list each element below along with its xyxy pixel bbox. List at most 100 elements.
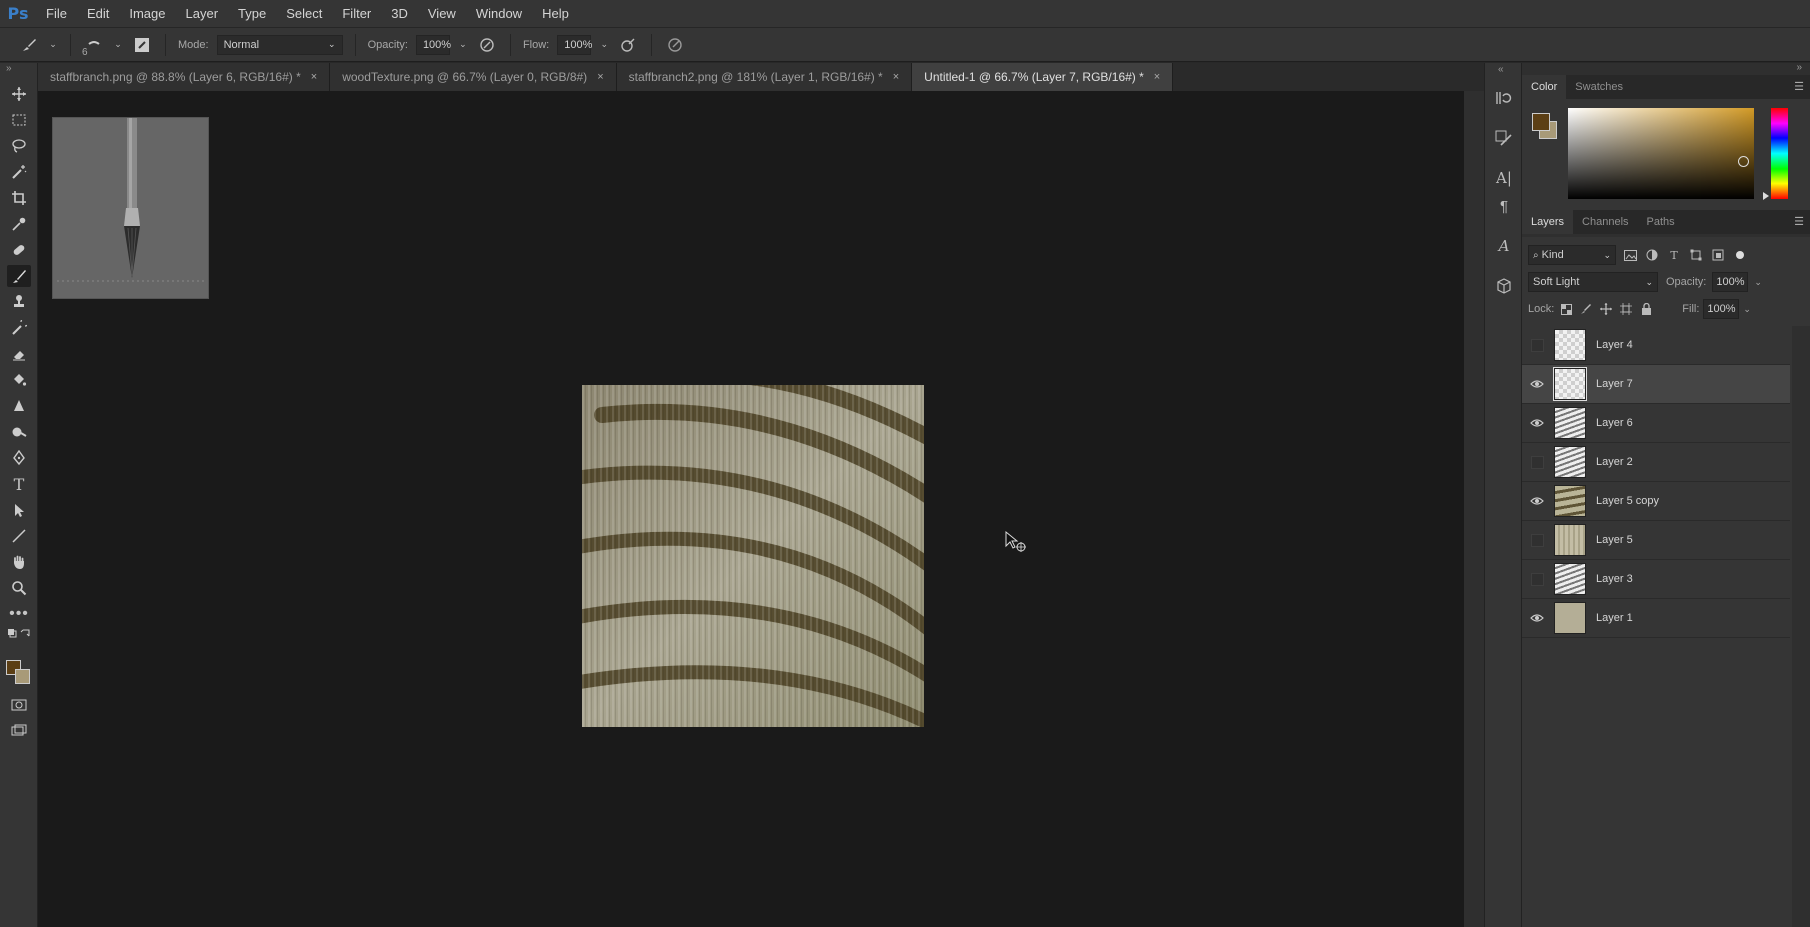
tab-swatches[interactable]: Swatches	[1566, 75, 1632, 99]
marquee-tool-icon[interactable]	[7, 109, 31, 131]
menu-image[interactable]: Image	[119, 0, 175, 28]
eraser-tool-icon[interactable]	[7, 343, 31, 365]
screen-mode-icon[interactable]	[7, 720, 31, 742]
path-selection-tool-icon[interactable]	[7, 499, 31, 521]
visibility-toggle[interactable]	[1522, 533, 1552, 547]
smart-object-filter-icon[interactable]	[1710, 247, 1726, 263]
layer-row[interactable]: Layer 4	[1522, 326, 1790, 365]
layer-row[interactable]: Layer 3	[1522, 560, 1790, 599]
lock-artboard-icon[interactable]	[1618, 301, 1634, 317]
layer-row[interactable]: Layer 5	[1522, 521, 1790, 560]
eye-icon[interactable]	[1522, 379, 1552, 389]
visibility-toggle[interactable]	[1522, 455, 1552, 469]
character-panel-icon[interactable]: A|	[1493, 167, 1515, 189]
brush-tool-preset-icon[interactable]	[18, 34, 40, 56]
brush-size-chevron-icon[interactable]: ⌄	[113, 34, 123, 56]
pixel-layer-filter-icon[interactable]	[1622, 247, 1638, 263]
clone-stamp-tool-icon[interactable]	[7, 291, 31, 313]
color-picker-cursor[interactable]	[1738, 156, 1749, 167]
eye-icon[interactable]	[1522, 613, 1552, 623]
vertical-scrollbar[interactable]	[1464, 91, 1484, 927]
blend-mode-select[interactable]: Soft Light ⌄	[1528, 272, 1658, 292]
tab-untitled-1[interactable]: Untitled-1 @ 66.7% (Layer 7, RGB/16#) * …	[912, 63, 1174, 91]
chevron-down-icon[interactable]: ⌄	[1743, 304, 1751, 315]
adjustment-layer-filter-icon[interactable]	[1644, 247, 1660, 263]
tab-woodtexture[interactable]: woodTexture.png @ 66.7% (Layer 0, RGB/8#…	[330, 63, 617, 91]
menu-3d[interactable]: 3D	[381, 0, 418, 28]
collapse-dock-icon[interactable]: «	[1498, 64, 1504, 75]
pen-tool-icon[interactable]	[7, 447, 31, 469]
layers-scrollbar[interactable]	[1792, 326, 1810, 927]
pressure-size-icon[interactable]	[664, 34, 686, 56]
3d-panel-icon[interactable]	[1493, 275, 1515, 297]
menu-help[interactable]: Help	[532, 0, 579, 28]
lock-image-pixels-icon[interactable]	[1578, 301, 1594, 317]
eyedropper-tool-icon[interactable]	[7, 213, 31, 235]
flow-chevron-icon[interactable]: ⌄	[599, 34, 609, 56]
quick-mask-icon[interactable]	[7, 694, 31, 716]
crop-tool-icon[interactable]	[7, 187, 31, 209]
mode-select[interactable]: Normal ⌄	[216, 34, 343, 55]
history-brush-tool-icon[interactable]	[7, 317, 31, 339]
brush-settings-panel-icon[interactable]	[1493, 127, 1515, 149]
background-color-swatch[interactable]	[15, 669, 30, 684]
visibility-toggle[interactable]	[1522, 572, 1552, 586]
shape-layer-filter-icon[interactable]	[1688, 247, 1704, 263]
layer-row[interactable]: Layer 5 copy	[1522, 482, 1790, 521]
eye-icon[interactable]	[1522, 496, 1552, 506]
tab-color[interactable]: Color	[1522, 75, 1567, 99]
menu-window[interactable]: Window	[466, 0, 532, 28]
lock-all-icon[interactable]	[1638, 301, 1654, 317]
lasso-tool-icon[interactable]	[7, 135, 31, 157]
preset-dropdown-chevron-icon[interactable]: ⌄	[48, 34, 58, 56]
glyphs-panel-icon[interactable]: A	[1493, 235, 1515, 257]
layer-row[interactable]: Layer 7	[1522, 365, 1790, 404]
default-colors-icon[interactable]	[7, 628, 31, 640]
layer-row[interactable]: Layer 2	[1522, 443, 1790, 482]
collapse-panels-icon[interactable]: »	[1796, 62, 1802, 73]
panel-menu-icon[interactable]: ☰	[1794, 215, 1804, 228]
more-tools-icon[interactable]: •••	[7, 603, 31, 625]
close-icon[interactable]: ×	[597, 71, 603, 83]
color-spectrum-field[interactable]	[1568, 108, 1754, 199]
close-icon[interactable]: ×	[311, 71, 317, 83]
pressure-opacity-icon[interactable]	[476, 34, 498, 56]
foreground-color-swatch[interactable]	[1532, 113, 1550, 131]
magic-wand-tool-icon[interactable]	[7, 161, 31, 183]
hue-slider-pointer[interactable]	[1763, 192, 1769, 200]
tab-paths[interactable]: Paths	[1638, 210, 1684, 234]
eye-icon[interactable]	[1522, 418, 1552, 428]
menu-select[interactable]: Select	[276, 0, 332, 28]
filter-toggle-icon[interactable]	[1732, 247, 1748, 263]
line-tool-icon[interactable]	[7, 525, 31, 547]
layer-filter-select[interactable]: ⌕ Kind ⌄	[1528, 245, 1616, 265]
menu-type[interactable]: Type	[228, 0, 276, 28]
close-icon[interactable]: ×	[1154, 71, 1160, 83]
zoom-tool-icon[interactable]	[7, 577, 31, 599]
move-tool-icon[interactable]	[7, 83, 31, 105]
flow-input[interactable]: 100%	[557, 34, 592, 55]
close-icon[interactable]: ×	[893, 71, 899, 83]
paragraph-panel-icon[interactable]: ¶	[1493, 195, 1515, 217]
tab-staffbranch2[interactable]: staffbranch2.png @ 181% (Layer 1, RGB/16…	[616, 63, 913, 91]
history-panel-icon[interactable]	[1493, 87, 1515, 109]
tab-layers[interactable]: Layers	[1522, 210, 1574, 234]
tab-channels[interactable]: Channels	[1573, 210, 1637, 234]
menu-view[interactable]: View	[418, 0, 466, 28]
opacity-input[interactable]: 100%	[415, 34, 451, 55]
menu-layer[interactable]: Layer	[176, 0, 229, 28]
tab-staffbranch[interactable]: staffbranch.png @ 88.8% (Layer 6, RGB/16…	[38, 63, 331, 91]
healing-brush-tool-icon[interactable]	[7, 239, 31, 261]
fill-input[interactable]: 100%	[1703, 299, 1740, 319]
layer-row[interactable]: Layer 1	[1522, 599, 1790, 638]
panel-menu-icon[interactable]: ☰	[1794, 80, 1804, 93]
chevron-down-icon[interactable]: ⌄	[1754, 277, 1762, 288]
type-layer-filter-icon[interactable]: T	[1666, 247, 1682, 263]
type-tool-icon[interactable]: T	[7, 473, 31, 495]
menu-file[interactable]: File	[36, 0, 77, 28]
menu-filter[interactable]: Filter	[332, 0, 381, 28]
layer-opacity-input[interactable]: 100%	[1712, 272, 1749, 292]
visibility-toggle[interactable]	[1522, 338, 1552, 352]
blur-tool-icon[interactable]	[7, 395, 31, 417]
lock-position-icon[interactable]	[1598, 301, 1614, 317]
